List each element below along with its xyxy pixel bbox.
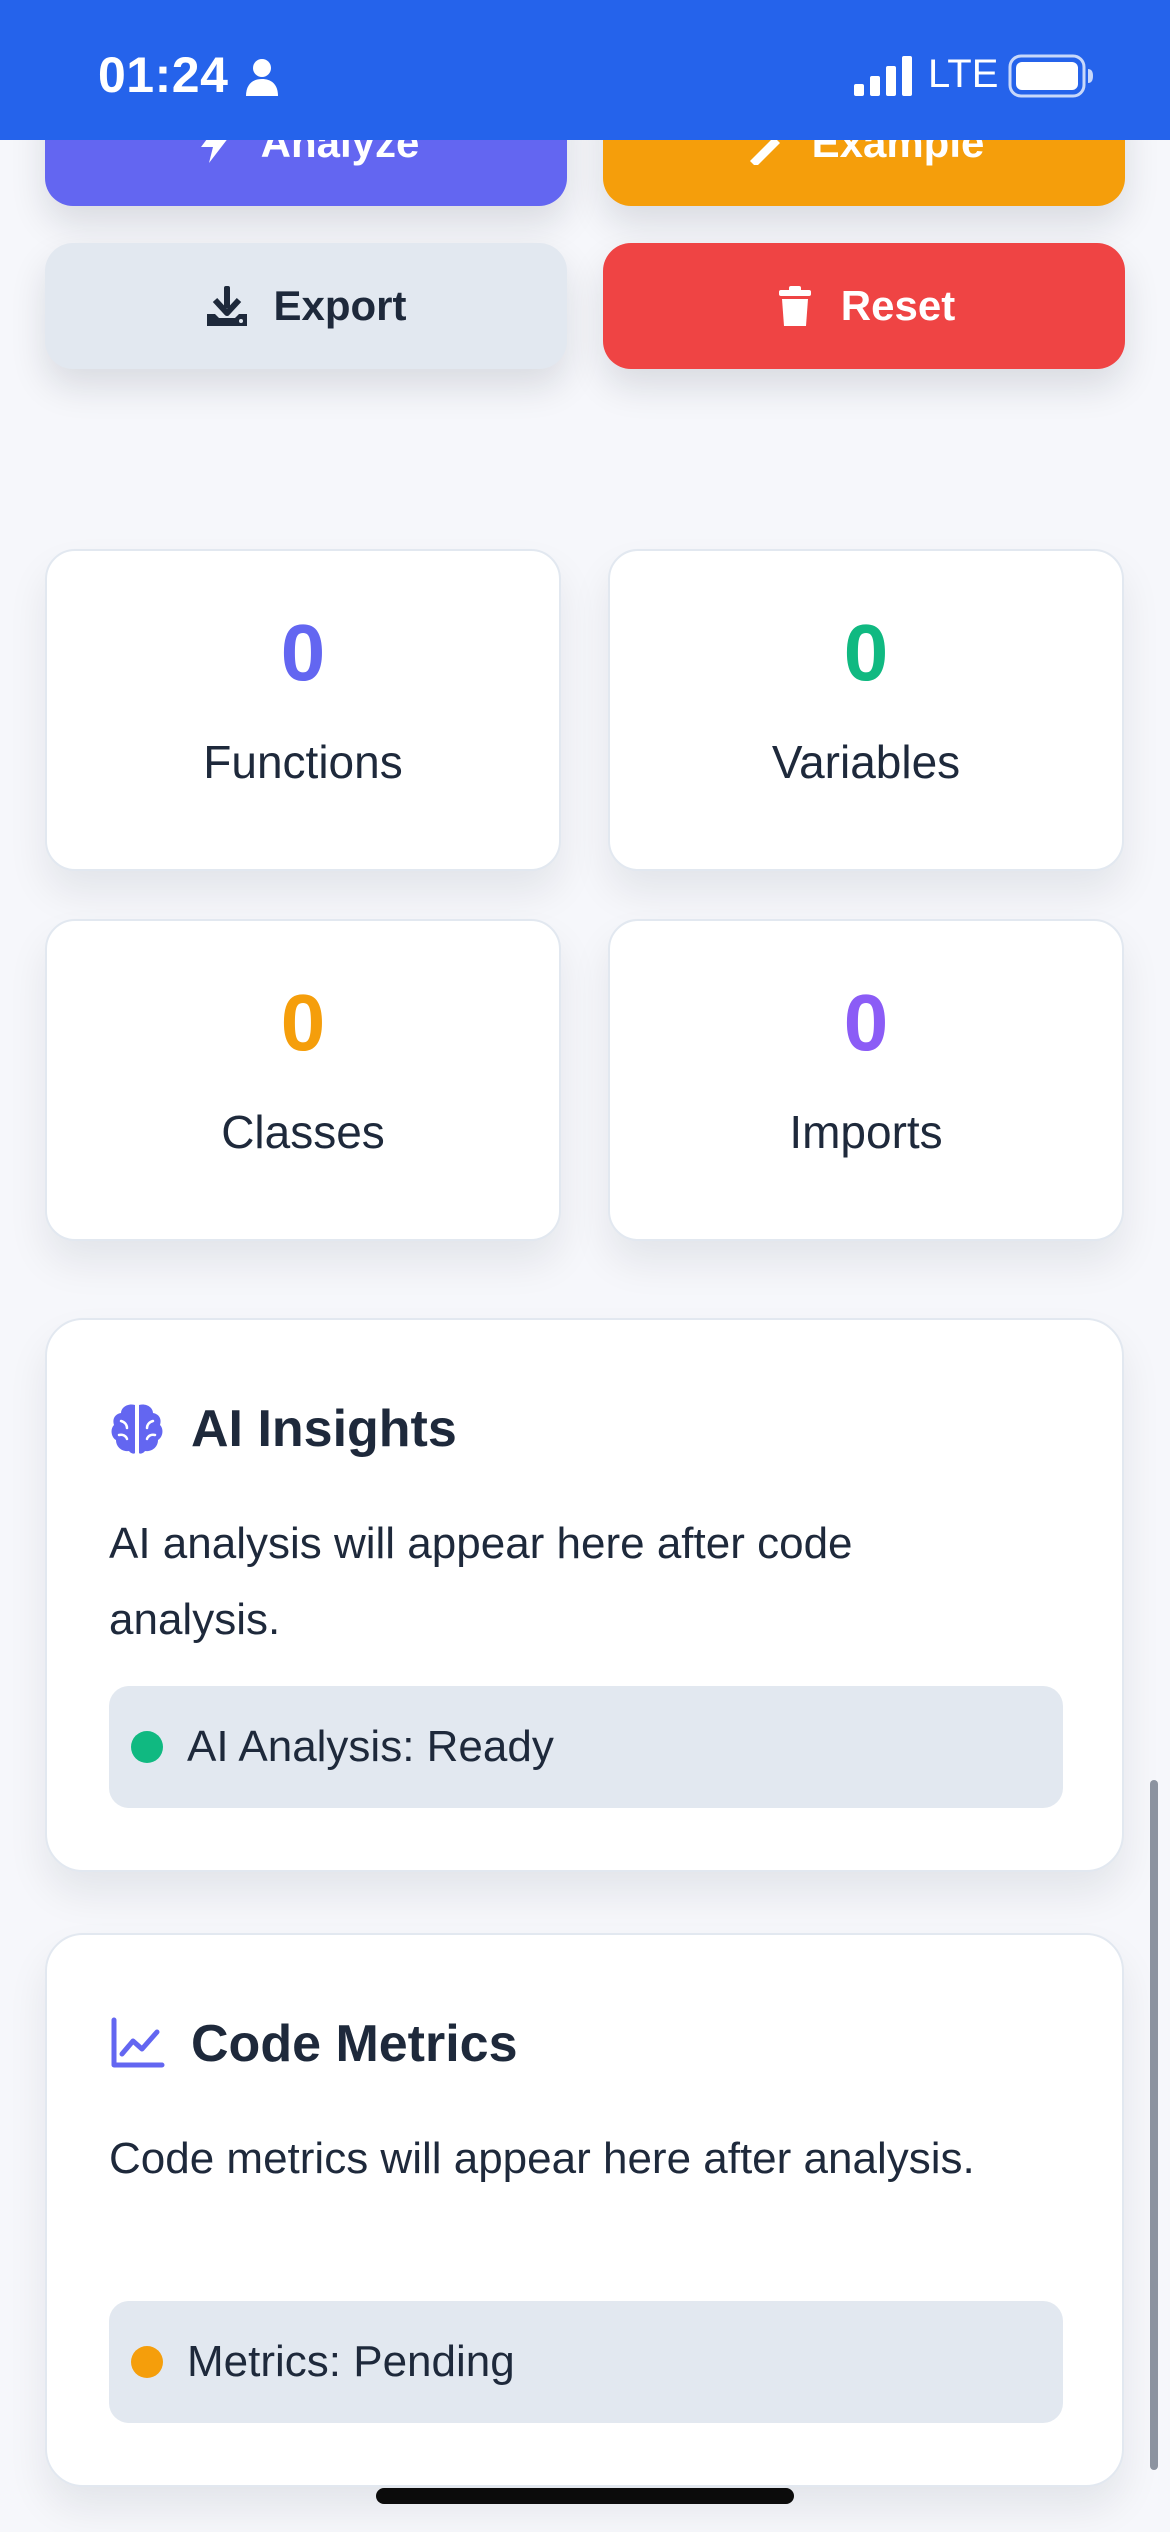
code-metrics-header: Code Metrics	[109, 2009, 518, 2079]
trash-icon	[778, 286, 811, 326]
code-metrics-description: Code metrics will appear here after anal…	[109, 2134, 975, 2183]
stat-card-imports: 0 Imports	[608, 919, 1124, 1241]
classes-label: Classes	[221, 1106, 385, 1158]
brain-icon	[111, 1404, 163, 1454]
functions-label: Functions	[203, 736, 403, 788]
ready-status-dot	[131, 1731, 163, 1763]
imports-label: Imports	[789, 1106, 943, 1158]
ai-insights-description: AI analysis will appear here after code …	[109, 1519, 853, 1644]
variables-label: Variables	[771, 736, 961, 788]
stat-card-functions: 0 Functions	[45, 549, 561, 871]
code-metrics-title: Code Metrics	[191, 2015, 518, 2073]
pending-status-dot	[131, 2346, 163, 2378]
imports-count: 0	[843, 978, 889, 1067]
metrics-status: Metrics: Pending	[109, 2301, 1063, 2423]
network-type: LTE	[928, 52, 999, 96]
battery-icon	[1008, 54, 1093, 98]
ai-insights-panel: AI Insights AI analysis will appear here…	[45, 1318, 1124, 1872]
chart-line-icon	[111, 2017, 165, 2068]
reset-button-label: Reset	[840, 282, 956, 329]
person-icon	[246, 59, 278, 96]
metrics-status-text: Metrics: Pending	[187, 2337, 515, 2386]
export-button[interactable]: Export	[45, 243, 567, 369]
stat-card-variables: 0 Variables	[608, 549, 1124, 871]
functions-count: 0	[280, 608, 326, 697]
ai-analysis-status: AI Analysis: Ready	[109, 1686, 1063, 1808]
reset-button[interactable]: Reset	[603, 243, 1125, 369]
ai-analysis-status-text: AI Analysis: Ready	[187, 1722, 554, 1771]
home-indicator[interactable]	[376, 2488, 794, 2504]
variables-count: 0	[843, 608, 889, 697]
download-icon	[207, 286, 248, 326]
classes-count: 0	[280, 978, 326, 1067]
stat-card-classes: 0 Classes	[45, 919, 561, 1241]
export-button-label: Export	[273, 282, 407, 329]
ai-insights-header: AI Insights	[109, 1394, 457, 1464]
ai-insights-title: AI Insights	[191, 1400, 457, 1458]
status-time: 01:24	[98, 47, 229, 103]
code-metrics-panel: Code Metrics Code metrics will appear he…	[45, 1933, 1124, 2487]
status-bar: 01:24 LTE	[0, 0, 1170, 140]
scrollbar[interactable]	[1150, 1780, 1158, 2470]
signal-icon	[854, 56, 912, 96]
